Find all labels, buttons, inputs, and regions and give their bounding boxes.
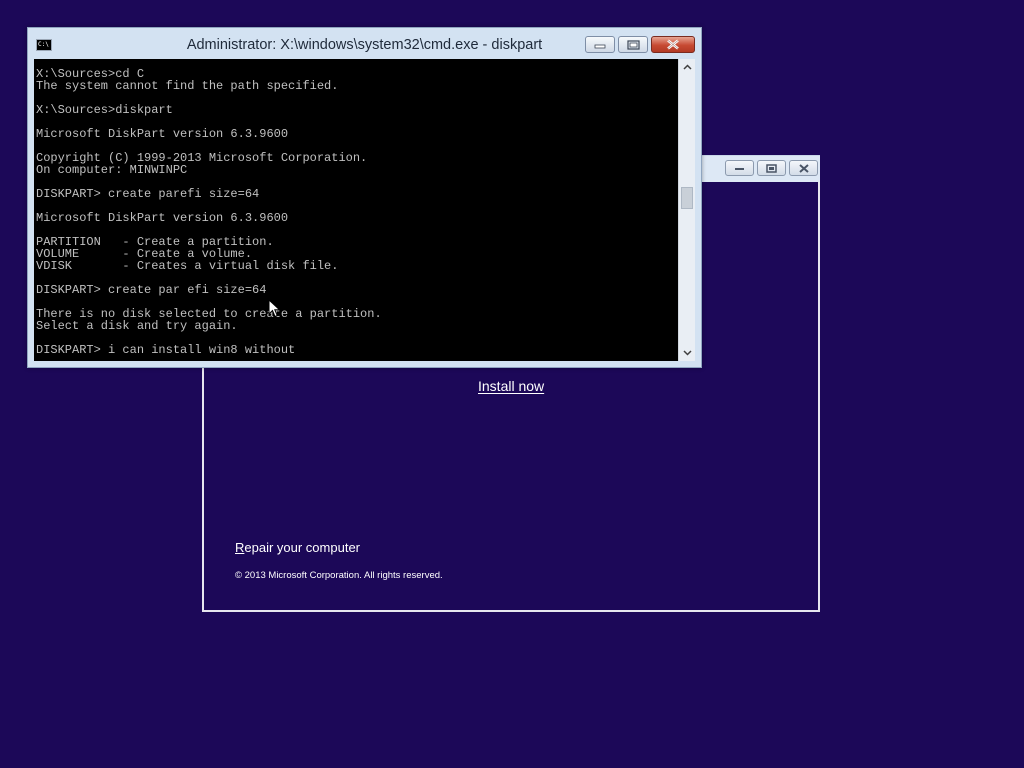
vertical-scrollbar[interactable] [678,59,695,361]
scroll-down-button[interactable] [679,345,695,361]
command-prompt-window: C:\ Administrator: X:\windows\system32\c… [27,27,702,368]
cmd-titlebar[interactable]: C:\ Administrator: X:\windows\system32\c… [28,28,701,58]
minimize-icon [594,44,606,48]
minimize-button[interactable] [585,36,615,53]
minimize-icon [734,168,744,170]
console-text: X:\Sources>cd C The system cannot find t… [36,68,676,356]
repair-label: epair your computer [244,540,361,555]
setup-window-controls [725,160,818,176]
cmd-window-controls [585,36,695,53]
console-line: On computer: MINWINPC [36,163,188,177]
close-button[interactable] [651,36,695,53]
chevron-up-icon [682,64,692,70]
console-line: Microsoft DiskPart version 6.3.9600 [36,211,289,225]
mouse-pointer-icon [268,299,281,318]
install-now-link[interactable]: Install now [478,378,544,394]
setup-minimize-button[interactable] [725,160,754,176]
repair-your-computer-link[interactable]: Repair your computer [235,540,360,555]
repair-access-key: R [235,540,245,555]
close-icon [667,39,679,50]
scrollbar-thumb[interactable] [681,187,693,209]
copyright-text: © 2013 Microsoft Corporation. All rights… [235,570,443,581]
console-line: VDISK - Creates a virtual disk file. [36,259,339,273]
console-line: X:\Sources>diskpart [36,103,173,117]
maximize-icon [626,39,640,50]
setup-restore-button[interactable] [757,160,786,176]
close-icon [798,163,809,173]
console-line: DISKPART> create parefi size=64 [36,187,260,201]
maximize-button[interactable] [618,36,648,53]
scroll-up-button[interactable] [679,59,695,75]
console-line: Select a disk and try again. [36,319,238,333]
setup-close-button[interactable] [789,160,818,176]
console-line: DISKPART> i can install win8 without [36,343,296,357]
console-line: Microsoft DiskPart version 6.3.9600 [36,127,289,141]
console-line: DISKPART> create par efi size=64 [36,283,267,297]
chevron-down-icon [682,350,692,356]
restore-icon [765,163,777,173]
console-line: The system cannot find the path specifie… [36,79,339,93]
console-output-area[interactable]: X:\Sources>cd C The system cannot find t… [34,59,695,361]
